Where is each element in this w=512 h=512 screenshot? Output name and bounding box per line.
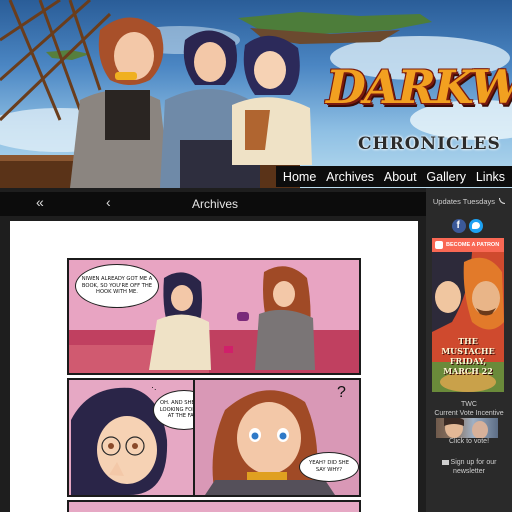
- nav-home[interactable]: Home: [283, 170, 316, 184]
- comic-page: NIWEN ALREADY GOT ME A BOOK, SO YOU'RE O…: [10, 221, 418, 512]
- top-navigation: Home Archives About Gallery Links: [276, 166, 512, 187]
- page-root: DARKWYND CHRONICLES Home Archives About …: [0, 0, 512, 512]
- header-banner: DARKWYND CHRONICLES Home Archives About …: [0, 0, 512, 188]
- logo-subtitle: CHRONICLES: [358, 134, 501, 154]
- comic-panel-1: NIWEN ALREADY GOT ME A BOOK, SO YOU'RE O…: [67, 258, 361, 375]
- newsletter-signup-text: Sign up for our newsletter: [450, 459, 497, 475]
- speech-bubble-1: NIWEN ALREADY GOT ME A BOOK, SO YOU'RE O…: [75, 264, 159, 308]
- panel-3-question: ?: [337, 384, 346, 401]
- vote-incentive-label: Current Vote Incentive: [434, 410, 504, 417]
- nav-gallery[interactable]: Gallery: [426, 170, 466, 184]
- first-page-icon[interactable]: «: [36, 194, 44, 210]
- vote-incentive-art: [444, 418, 488, 438]
- vote-incentive-image[interactable]: [436, 418, 498, 438]
- twc-vote-block: TWC Current Vote Incentive: [426, 400, 512, 418]
- promo-banner[interactable]: THE MUSTACHE FRIDAY, MARCH 22: [432, 252, 504, 392]
- nav-archives[interactable]: Archives: [326, 170, 374, 184]
- promo-caption: THE MUSTACHE FRIDAY, MARCH 22: [441, 336, 495, 376]
- comic-nav-title[interactable]: Archives: [192, 197, 238, 211]
- speech-text-1: NIWEN ALREADY GOT ME A BOOK, SO YOU'RE O…: [81, 276, 153, 296]
- nav-links[interactable]: Links: [476, 170, 505, 184]
- speech-bubble-3: YEAH? DID SHE SAY WHY?: [299, 452, 359, 482]
- comic-navigation-bar: « ‹ Archives: [0, 192, 426, 216]
- nav-about[interactable]: About: [384, 170, 417, 184]
- previous-page-icon[interactable]: ‹: [106, 194, 111, 210]
- envelope-icon: [441, 459, 449, 465]
- site-logo[interactable]: DARKWYND CHRONICLES: [326, 60, 512, 154]
- patreon-icon: [435, 241, 443, 249]
- speech-text-3: YEAH? DID SHE SAY WHY?: [309, 460, 349, 473]
- logo-title: DARKWYND: [326, 60, 512, 114]
- panel-2-dots: ·.: [151, 382, 157, 392]
- click-to-vote-link[interactable]: Click to vote!: [426, 438, 512, 445]
- facebook-icon[interactable]: f: [452, 219, 466, 233]
- comic-panel-3: ? YEAH? DID SHE SAY WHY?: [193, 378, 361, 497]
- rss-icon[interactable]: [499, 198, 506, 204]
- patron-label: BECOME A PATRON: [446, 242, 500, 248]
- newsletter-signup-link[interactable]: Sign up for our newsletter: [426, 458, 512, 476]
- update-schedule-text: Updates Tuesdays: [432, 197, 496, 206]
- update-schedule: Updates Tuesdays: [426, 197, 512, 206]
- comic-panel-4: [67, 500, 361, 512]
- twc-label: TWC: [461, 401, 477, 408]
- become-patron-button[interactable]: BECOME A PATRON: [432, 238, 504, 252]
- twitter-icon[interactable]: [469, 219, 483, 233]
